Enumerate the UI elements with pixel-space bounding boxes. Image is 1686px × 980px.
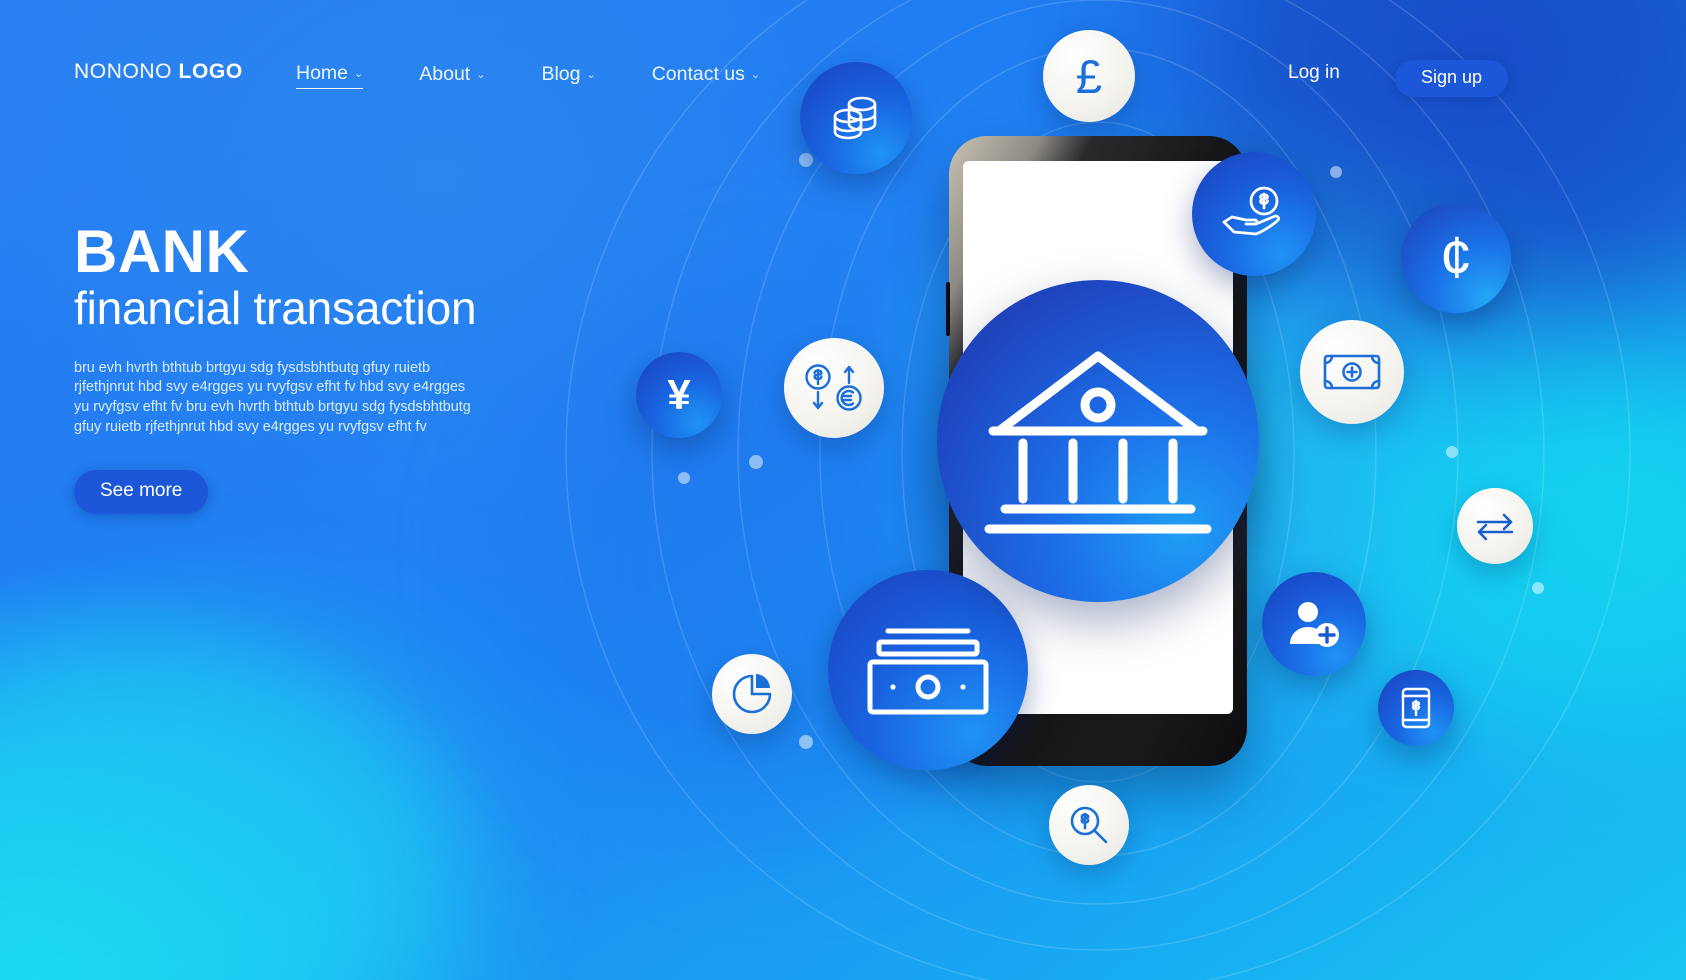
see-more-button[interactable]: See more (74, 469, 209, 514)
chevron-down-icon: ⌄ (476, 68, 486, 81)
mobile-payment-glyph (1401, 687, 1431, 729)
nav-label-contact-us: Contact us (651, 62, 745, 85)
nav-label-about: About (419, 62, 471, 85)
hand-holding-coin-icon[interactable] (1192, 152, 1316, 276)
pie-chart-icon[interactable] (712, 654, 792, 734)
site-header: NONONO LOGO Home ⌄ About ⌄ Blog ⌄ Contac… (0, 0, 1686, 140)
mobile-payment-icon[interactable] (1378, 670, 1454, 746)
add-user-glyph (1290, 602, 1339, 647)
nav-label-blog: Blog (541, 62, 581, 85)
yen-symbol: ¥ (667, 371, 691, 418)
currency-exchange-icon[interactable] (784, 338, 884, 438)
login-link[interactable]: Log in (1288, 62, 1340, 84)
hero-stage: NONONO LOGO Home ⌄ About ⌄ Blog ⌄ Contac… (0, 0, 1686, 980)
cash-stack-glyph (867, 628, 989, 715)
cent-symbol: ¢ (1439, 225, 1473, 290)
money-search-glyph (1070, 806, 1108, 844)
bank-building-glyph (984, 351, 1212, 533)
chevron-down-icon: ⌄ (354, 68, 364, 80)
nav-item-home[interactable]: Home ⌄ (296, 62, 364, 89)
hero-paragraph: bru evh hvrth bthtub brtgyu sdg fysdsbht… (74, 359, 471, 435)
swap-arrows-icon[interactable] (1457, 488, 1533, 564)
banknote-plus-icon[interactable] (1300, 320, 1404, 424)
yen-currency-icon[interactable]: ¥ (636, 352, 722, 438)
hero-copy: BANK financial transaction bru evh hvrth… (74, 222, 544, 514)
swap-arrows-glyph (1476, 513, 1514, 541)
nav-item-blog[interactable]: Blog ⌄ (541, 62, 595, 89)
cash-stack-icon[interactable] (828, 570, 1028, 770)
page-title: BANK (74, 218, 250, 285)
chevron-down-icon: ⌄ (586, 68, 596, 81)
add-user-icon[interactable] (1262, 572, 1366, 676)
nav-item-contact-us[interactable]: Contact us ⌄ (652, 62, 760, 89)
logo-bold-text: LOGO (178, 60, 243, 83)
signup-button[interactable]: Sign up (1395, 60, 1509, 97)
main-navigation: Home ⌄ About ⌄ Blog ⌄ Contact us ⌄ (296, 62, 760, 89)
pie-chart-glyph (732, 674, 772, 714)
cent-currency-icon[interactable]: ¢ (1401, 203, 1511, 313)
banknote-plus-glyph (1323, 354, 1381, 390)
chevron-down-icon: ⌄ (750, 68, 761, 81)
phone-side-button (946, 282, 950, 336)
hand-holding-coin-glyph (1222, 186, 1280, 236)
money-search-icon[interactable] (1049, 785, 1129, 865)
currency-exchange-glyph (805, 364, 862, 411)
brand-logo[interactable]: NONONO LOGO (74, 60, 243, 84)
logo-light-text: NONONO (74, 60, 173, 83)
nav-label-home: Home (296, 62, 349, 84)
nav-item-about[interactable]: About ⌄ (419, 62, 485, 89)
bank-building-icon[interactable] (937, 280, 1259, 602)
page-subtitle: financial transaction (74, 282, 477, 334)
